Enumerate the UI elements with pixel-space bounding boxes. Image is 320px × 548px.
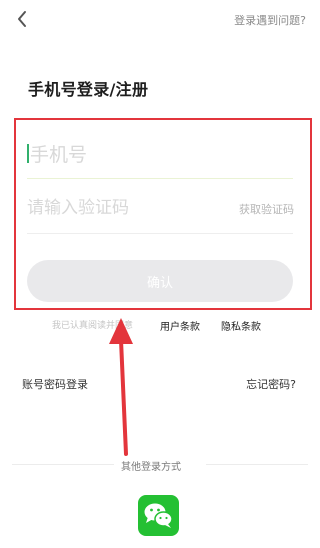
other-login-label: 其他登录方式 [121, 462, 181, 473]
password-login-link[interactable]: 账号密码登录 [22, 376, 88, 392]
wechat-icon [144, 503, 173, 528]
user-terms-link[interactable]: 用户条款 [160, 318, 200, 333]
forgot-password-link[interactable]: 忘记密码? [246, 376, 296, 392]
divider-left [12, 464, 114, 465]
page-title: 手机号登录/注册 [28, 80, 149, 99]
chevron-left-icon [18, 11, 26, 27]
agreement-text: 我已认真阅读并同意 [52, 321, 134, 331]
divider-right [206, 464, 308, 465]
privacy-terms-link[interactable]: 隐私条款 [221, 318, 261, 333]
wechat-login-button[interactable] [138, 495, 179, 536]
back-button[interactable] [12, 8, 34, 30]
login-help-link[interactable]: 登录遇到问题? [234, 12, 306, 28]
highlight-box [14, 118, 312, 310]
